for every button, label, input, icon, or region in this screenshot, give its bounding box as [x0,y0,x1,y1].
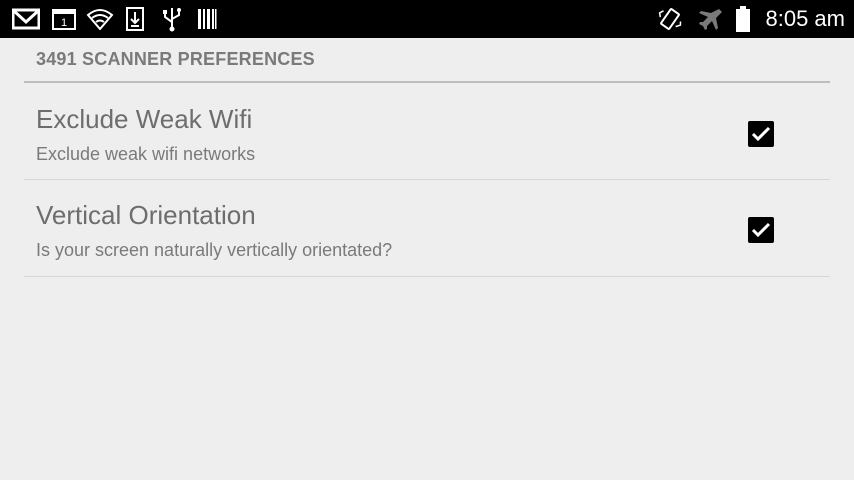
preference-title: Exclude Weak Wifi [36,104,253,134]
vertical-orientation-checkbox[interactable] [748,217,774,243]
calendar-day-label: 1 [61,17,67,29]
gmail-icon [11,0,41,38]
preference-summary: Is your screen naturally vertically orie… [36,240,393,260]
wifi-icon [85,0,115,38]
battery-icon [733,0,753,38]
checkmark-icon [751,222,771,238]
usb-icon [159,0,185,38]
barcode-icon [196,0,218,38]
airplane-icon [697,0,725,38]
preference-vertical-orientation[interactable]: Vertical Orientation Is your screen natu… [24,180,830,277]
vibrate-icon [656,0,684,38]
calendar-icon: 1 [51,0,77,38]
status-time: 8:05 am [765,6,846,31]
preference-title: Vertical Orientation [36,200,256,230]
preference-exclude-weak-wifi[interactable]: Exclude Weak Wifi Exclude weak wifi netw… [24,83,830,180]
checkmark-icon [751,126,771,142]
download-icon [124,0,146,38]
status-bar: 1 8:05 am [0,0,854,38]
preference-summary: Exclude weak wifi networks [36,144,256,164]
preferences-screen: 3491 SCANNER PREFERENCES Exclude Weak Wi… [24,38,830,277]
exclude-weak-wifi-checkbox[interactable] [748,121,774,147]
category-header: 3491 SCANNER PREFERENCES [24,38,830,83]
